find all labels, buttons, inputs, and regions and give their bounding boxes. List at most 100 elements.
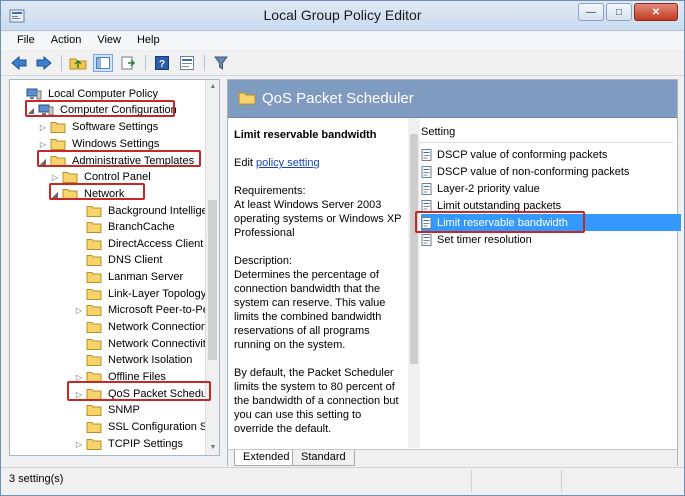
setting-row[interactable]: DSCP value of conforming packets [421, 146, 681, 163]
tree-scrollbar[interactable]: ▲ ▼ [205, 80, 219, 455]
show-hide-tree-icon[interactable] [93, 53, 113, 72]
scroll-down-arrow-icon[interactable]: ▼ [206, 441, 219, 455]
tree-item-label: Network [84, 188, 125, 200]
tree-item[interactable]: ▷ TCPIP Settings [74, 436, 185, 452]
expand-arrow-icon[interactable]: ▷ [74, 440, 84, 449]
expand-arrow-icon[interactable]: ▷ [38, 123, 48, 132]
menu-view[interactable]: View [89, 32, 129, 50]
expand-arrow-icon[interactable]: ▷ [50, 173, 60, 182]
export-list-icon[interactable] [118, 54, 138, 72]
tree-item[interactable]: SNMP [74, 402, 142, 418]
computer-policy-icon [38, 104, 54, 116]
policy-setting-link[interactable]: policy setting [256, 157, 320, 169]
tree-item-label: Local Computer Policy [48, 88, 159, 100]
expand-arrow-icon[interactable]: ▷ [74, 306, 84, 315]
folder-icon [86, 355, 102, 366]
back-icon[interactable] [9, 54, 29, 72]
policy-setting-icon [421, 216, 432, 229]
tree-item-label: Administrative Templates [72, 155, 195, 167]
maximize-button[interactable]: □ [606, 3, 632, 21]
filter-icon[interactable] [211, 54, 231, 72]
folder-icon [62, 172, 78, 183]
category-title: QoS Packet Scheduler [262, 90, 414, 107]
folder-icon [50, 156, 66, 167]
tree-item[interactable]: ◢ Administrative Templates [38, 153, 196, 169]
tree-item[interactable]: ▷ QoS Packet Scheduler [74, 386, 219, 402]
tree-item[interactable]: Background Intelligen [74, 203, 216, 219]
expand-arrow-icon[interactable]: ▷ [74, 390, 84, 399]
setting-row[interactable]: Limit outstanding packets [421, 197, 681, 214]
tree-item[interactable]: ▷ Microsoft Peer-to-Pee [74, 302, 217, 318]
folder-icon [238, 92, 256, 105]
settings-column-header[interactable]: Setting [415, 126, 673, 143]
category-header: QoS Packet Scheduler [228, 80, 677, 118]
view-tabs: Extended Standard [228, 449, 677, 466]
folder-icon [86, 372, 102, 383]
minimize-button[interactable]: — [578, 3, 604, 21]
tree-item-label: Background Intelligen [108, 205, 214, 217]
tree-item[interactable]: Local Computer Policy [14, 86, 160, 102]
help-icon[interactable]: ? [152, 54, 172, 72]
tree-item[interactable]: ▷ Windows Settings [38, 136, 161, 152]
menu-file[interactable]: File [9, 32, 43, 50]
tree-item[interactable]: ◢ Network [50, 186, 126, 202]
tree-pane[interactable]: Local Computer Policy ◢ Computer Configura… [9, 79, 220, 456]
setting-label: Layer-2 priority value [437, 182, 540, 195]
tab-standard[interactable]: Standard [292, 450, 355, 466]
tree-item[interactable]: Network Connectivity [74, 336, 213, 352]
tab-extended[interactable]: Extended [234, 450, 299, 466]
folder-icon [86, 439, 102, 450]
tree-item-label: Link-Layer Topology D [108, 288, 218, 300]
expand-arrow-icon[interactable]: ▷ [74, 373, 84, 382]
tree-item[interactable]: ▷ Offline Files [74, 369, 168, 385]
tree-item[interactable]: Network Connections [74, 319, 215, 335]
tree-item-label: BranchCache [108, 221, 175, 233]
tree-item[interactable]: ▷ Software Settings [38, 119, 160, 135]
tree-item-label: Microsoft Peer-to-Pee [108, 304, 215, 316]
tree-item-label: DNS Client [108, 254, 163, 266]
folder-icon [86, 255, 102, 266]
tree-item[interactable]: SSL Configuration Sett [74, 419, 219, 435]
description-scroll-thumb[interactable] [410, 134, 418, 364]
tree-item-label: Network Connections [108, 321, 213, 333]
tree-item[interactable]: BranchCache [74, 219, 177, 235]
setting-row[interactable]: DSCP value of non-conforming packets [421, 163, 681, 180]
close-button[interactable]: ✕ [634, 3, 678, 21]
tree-item[interactable]: Lanman Server [74, 269, 185, 285]
tree-item[interactable]: DNS Client [74, 252, 164, 268]
tree-item[interactable]: DirectAccess Client Ex [74, 236, 219, 252]
tree-item[interactable]: ▷ Control Panel [50, 169, 153, 185]
tree-item-label: Software Settings [72, 121, 159, 133]
folder-icon [86, 422, 102, 433]
tree-item[interactable]: ◢ Computer Configuration [26, 102, 179, 118]
setting-row[interactable]: Set timer resolution [421, 231, 681, 248]
policy-setting-icon [421, 182, 432, 195]
expand-arrow-icon[interactable]: ▷ [38, 140, 48, 149]
expand-arrow-icon[interactable]: ◢ [26, 106, 36, 115]
menu-action[interactable]: Action [43, 32, 90, 50]
menu-help[interactable]: Help [129, 32, 168, 50]
setting-row[interactable]: Layer-2 priority value [421, 180, 681, 197]
edit-line: Edit policy setting [234, 156, 402, 170]
folder-icon [86, 405, 102, 416]
expand-arrow-icon[interactable]: ◢ [50, 190, 60, 199]
status-text: 3 setting(s) [9, 473, 64, 485]
folder-icon [50, 122, 66, 133]
folder-icon [86, 206, 102, 217]
folder-icon [86, 305, 102, 316]
forward-icon[interactable] [34, 54, 54, 72]
edit-prefix: Edit [234, 157, 253, 169]
description-text: Description: Determines the percentage o… [234, 255, 386, 351]
setting-row[interactable]: Limit reservable bandwidth [421, 214, 681, 231]
description-scrollbar[interactable] [408, 118, 420, 448]
tree-item[interactable]: Link-Layer Topology D [74, 286, 219, 302]
expand-arrow-icon[interactable]: ◢ [38, 157, 48, 166]
tree-item-label: Computer Configuration [60, 104, 177, 116]
default-text: By default, the Packet Scheduler limits … [234, 367, 399, 435]
properties-icon[interactable] [177, 54, 197, 72]
tree-item-label: SNMP [108, 404, 140, 416]
tree-scroll-thumb[interactable] [208, 200, 217, 360]
tree-item[interactable]: Network Isolation [74, 352, 194, 368]
up-folder-icon[interactable] [68, 54, 88, 72]
scroll-up-arrow-icon[interactable]: ▲ [206, 80, 219, 94]
